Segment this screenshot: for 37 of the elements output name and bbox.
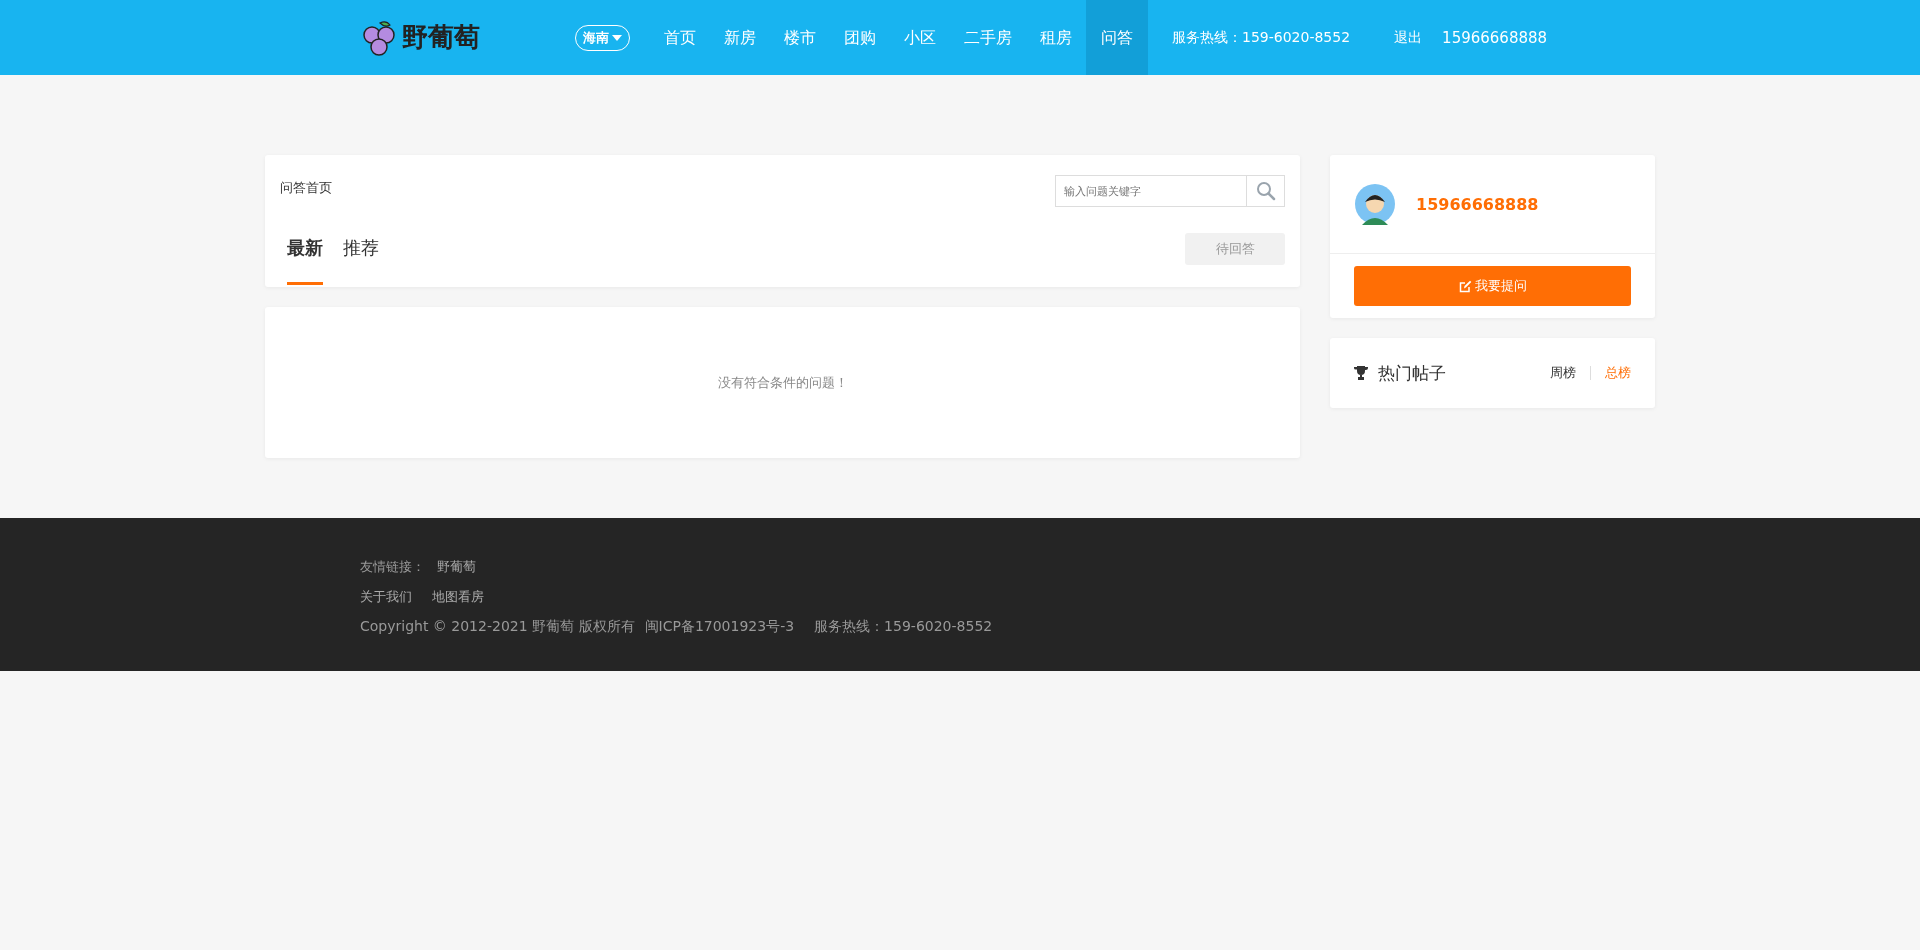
breadcrumb-link[interactable]: 问答首页 — [280, 179, 332, 197]
nav-link[interactable]: 首页 — [650, 0, 710, 75]
nav-link[interactable]: 二手房 — [950, 0, 1026, 75]
nav-link[interactable]: 问答 — [1086, 0, 1148, 75]
search-icon — [1255, 181, 1276, 201]
footer-link[interactable]: 关于我们 — [360, 588, 412, 606]
grape-logo-icon — [360, 18, 398, 57]
logo-text[interactable]: 野葡萄 — [402, 20, 480, 55]
hotline-text: 服务热线：159-6020-8552 — [1172, 28, 1351, 47]
tab[interactable]: 推荐 — [343, 235, 379, 285]
ask-question-button[interactable]: 我要提问 — [1354, 266, 1631, 306]
logout-link[interactable]: 退出 — [1394, 28, 1423, 47]
search-field[interactable]: 输入问题关键字 — [1055, 175, 1247, 207]
pending-answer-button[interactable]: 待回答 — [1185, 233, 1285, 265]
nav-link[interactable]: 新房 — [710, 0, 770, 75]
friend-links-label: 友情链接： — [360, 558, 425, 576]
friend-link[interactable]: 野葡萄 — [437, 558, 476, 576]
caret-icon — [612, 34, 622, 41]
ranking-tab[interactable]: 周榜 — [1550, 364, 1576, 382]
nav-link[interactable]: 团购 — [830, 0, 890, 75]
user-link[interactable]: 15966668888 — [1442, 28, 1548, 47]
empty-message: 没有符合条件的问题！ — [717, 373, 848, 392]
avatar-icon — [1354, 183, 1396, 225]
hot-posts-title: 热门帖子 — [1378, 361, 1446, 385]
trophy-icon — [1354, 366, 1368, 380]
footer-link[interactable]: 地图看房 — [432, 588, 484, 606]
nav-link[interactable]: 小区 — [890, 0, 950, 75]
ranking-tab[interactable]: 总榜 — [1605, 364, 1631, 382]
tab[interactable]: 最新 — [287, 235, 323, 285]
edit-icon — [1458, 279, 1472, 293]
user-name: 15966668888 — [1416, 194, 1539, 214]
icp-text: 闽ICP备17001923号-3 — [644, 618, 795, 636]
footer-hotline: 服务热线：159-6020-8552 — [814, 618, 993, 636]
copyright-text: Copyright © 2012-2021 野葡萄 版权所有 — [360, 618, 635, 636]
nav-link[interactable]: 租房 — [1026, 0, 1086, 75]
nav-link[interactable]: 楼市 — [770, 0, 830, 75]
search-button[interactable] — [1247, 175, 1285, 207]
